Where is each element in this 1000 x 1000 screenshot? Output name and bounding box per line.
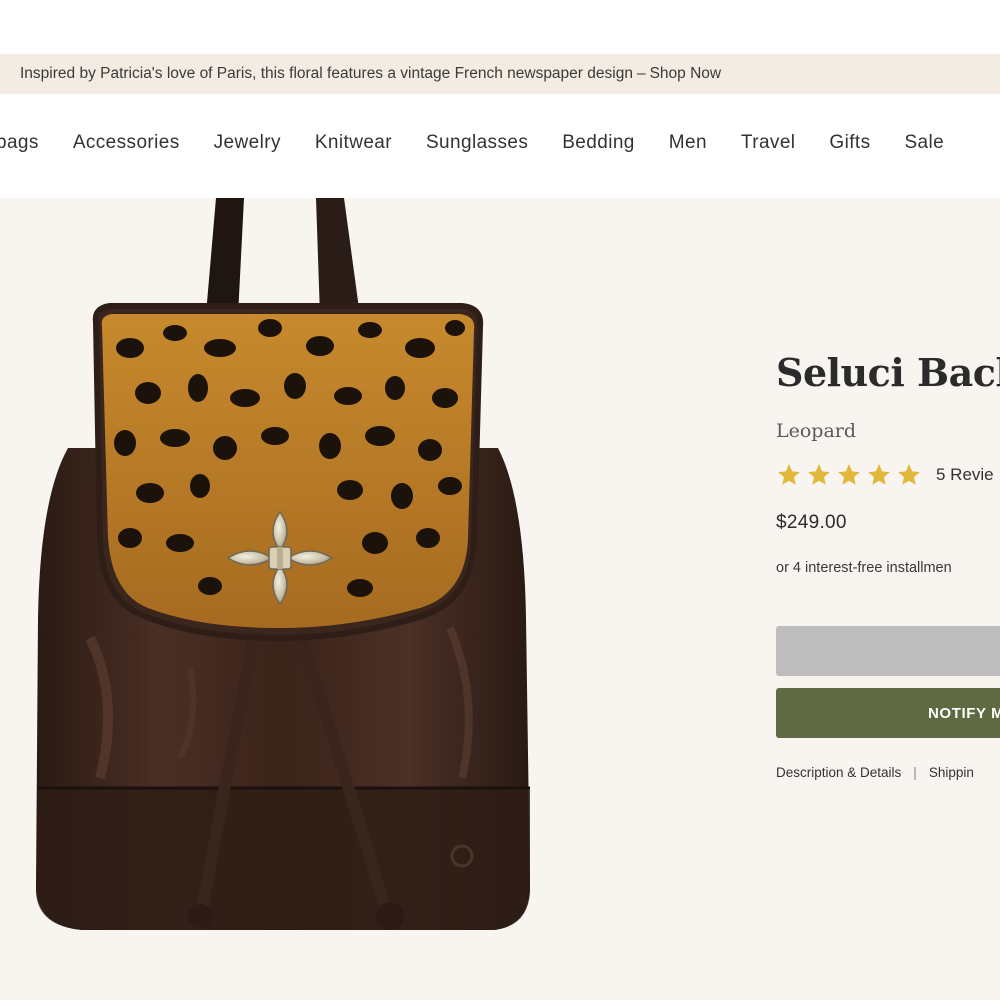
nav-item-sunglasses[interactable]: Sunglasses bbox=[426, 132, 528, 154]
nav-item-sale[interactable]: Sale bbox=[904, 132, 944, 154]
star-icon bbox=[808, 464, 830, 485]
nav-item-gifts[interactable]: Gifts bbox=[829, 132, 870, 154]
product-variant: Leopard bbox=[776, 420, 857, 442]
rating-stars bbox=[776, 462, 922, 488]
nav-item-travel[interactable]: Travel bbox=[741, 132, 795, 154]
product-title: Seluci Backpa bbox=[776, 350, 1000, 395]
nav-item-bags[interactable]: bags bbox=[0, 132, 39, 154]
nav-item-men[interactable]: Men bbox=[669, 132, 707, 154]
installments-text: or 4 interest-free installmen bbox=[776, 560, 952, 576]
nav-item-bedding[interactable]: Bedding bbox=[562, 132, 635, 154]
add-to-bag-button-disabled bbox=[776, 626, 1000, 676]
top-strip bbox=[0, 0, 1000, 54]
detail-tabs: Description & Details | Shippin bbox=[776, 765, 974, 780]
tab-shipping[interactable]: Shippin bbox=[929, 765, 974, 780]
product-rating[interactable]: 5 Revie bbox=[776, 462, 994, 488]
notify-me-button[interactable]: NOTIFY M bbox=[776, 688, 1000, 738]
product-info: Seluci Backpa Leopard 5 Revie $249.00 or… bbox=[776, 198, 1000, 1000]
nav-item-accessories[interactable]: Accessories bbox=[73, 132, 180, 154]
shop-now-link[interactable]: Shop Now bbox=[650, 65, 722, 83]
promo-banner: Inspired by Patricia's love of Paris, th… bbox=[0, 54, 1000, 94]
star-icon bbox=[838, 464, 860, 485]
star-icon bbox=[868, 464, 890, 485]
star-icon bbox=[898, 464, 920, 485]
promo-text: Inspired by Patricia's love of Paris, th… bbox=[20, 65, 633, 82]
promo-separator: – bbox=[636, 65, 646, 82]
nav-item-knitwear[interactable]: Knitwear bbox=[315, 132, 392, 154]
review-count-link[interactable]: 5 Revie bbox=[936, 465, 994, 485]
tab-divider: | bbox=[913, 765, 917, 780]
product-stage: Seluci Backpa Leopard 5 Revie $249.00 or… bbox=[0, 198, 1000, 1000]
star-icon bbox=[778, 464, 800, 485]
product-image[interactable] bbox=[30, 198, 540, 958]
product-price: $249.00 bbox=[776, 512, 847, 533]
main-navigation: bags Accessories Jewelry Knitwear Sungla… bbox=[0, 94, 1000, 198]
tab-description-details[interactable]: Description & Details bbox=[776, 765, 901, 780]
nav-item-jewelry[interactable]: Jewelry bbox=[214, 132, 281, 154]
